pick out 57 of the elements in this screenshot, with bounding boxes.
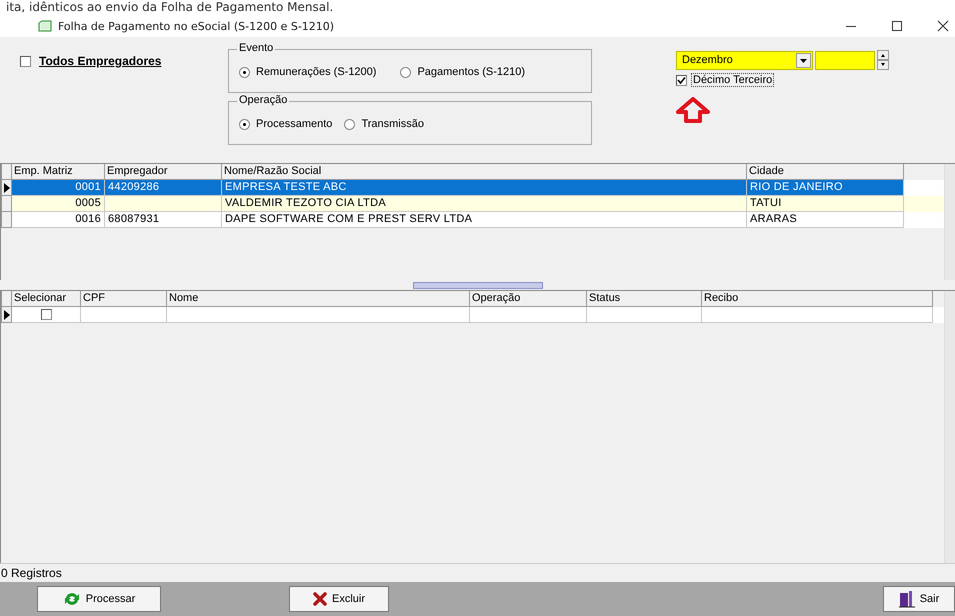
radio-button[interactable] [239,118,250,130]
current-row-icon [4,182,10,192]
document-caption: ita, idênticos ao envio da Folha de Pagamento Mensal. [5,0,334,15]
column-header[interactable]: CPF [81,291,167,307]
year-field[interactable] [815,50,875,70]
scrollbar[interactable] [944,291,955,563]
close-icon[interactable] [937,20,949,32]
radio-label[interactable]: Transmissão [361,118,424,130]
table-row[interactable]: 0005 VALDEMIR TEZOTO CIA LTDA TATUI [1,196,944,212]
column-header[interactable]: Nome [167,291,470,307]
record-count: 0 Registros [0,563,955,582]
delete-button[interactable]: Excluir [289,586,389,612]
up-arrow-icon [675,97,711,123]
row-indicator[interactable] [1,307,12,323]
table-cell: ARARAS [747,212,904,228]
column-header[interactable]: Operação [470,291,587,307]
column-header[interactable]: Selecionar [12,291,81,307]
table-cell: 0001 [12,180,105,196]
checkbox-label[interactable]: Todos Empregadores [39,54,162,68]
group-legend: Operação [237,94,290,106]
month-dropdown[interactable]: Dezembro [676,50,813,70]
column-header[interactable]: Cidade [747,164,904,180]
splitter-handle[interactable] [412,282,542,288]
checkbox[interactable] [676,74,687,86]
column-header[interactable]: Recibo [702,291,933,307]
refresh-icon [62,591,81,607]
column-header[interactable]: Emp. Matriz [12,164,105,180]
table-cell: 44209286 [105,180,222,196]
radio-label[interactable]: Processamento [256,118,332,130]
maximize-icon[interactable] [891,20,903,32]
column-header[interactable]: Empregador [105,164,222,180]
radio-label[interactable]: Remunerações (S-1200) [256,66,376,78]
table-cell: DAPE SOFTWARE COM E PREST SERV LTDA [222,212,747,228]
table-cell: 68087931 [105,212,222,228]
radio-button[interactable] [400,66,412,78]
row-indicator[interactable] [1,180,12,196]
checkbox[interactable] [40,309,52,320]
group-legend: Evento [237,42,276,54]
window-icon [38,20,52,32]
checkbox-label[interactable]: Décimo Terceiro [691,73,774,87]
window-title: Folha de Pagamento no eSocial (S-1200 e S-1210) [58,20,334,32]
x-icon [312,592,327,606]
process-button[interactable]: Processar [37,586,161,612]
table-row[interactable]: 0001 44209286 EMPRESA TESTE ABC RIO DE JANEIRO [1,180,944,196]
radio-button[interactable] [344,118,356,130]
column-header[interactable]: Nome/Razão Social [222,164,747,180]
checkbox[interactable] [20,56,31,66]
radio-label[interactable]: Pagamentos (S-1210) [417,66,526,78]
scrollbar[interactable] [944,164,955,280]
radio-button[interactable] [239,66,250,78]
exit-button[interactable]: Sair [883,586,955,612]
table-row[interactable]: 0016 68087931 DAPE SOFTWARE COM E PREST SERV LTDA ARARAS [1,212,944,228]
column-header[interactable]: Status [587,291,702,307]
spin-buttons-icon[interactable] [877,50,889,70]
table-cell: EMPRESA TESTE ABC [222,180,747,196]
table-cell: RIO DE JANEIRO [747,180,904,196]
table-cell: 0016 [12,212,105,228]
